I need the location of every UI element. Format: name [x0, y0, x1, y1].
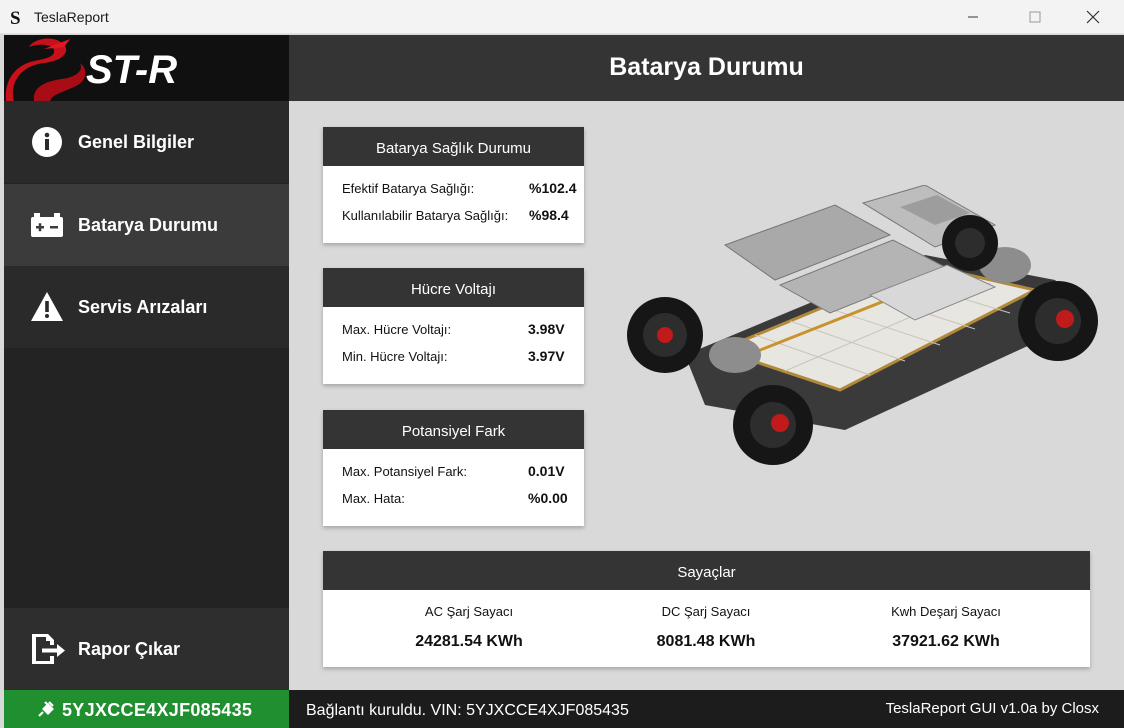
connection-status: Bağlantı kuruldu. VIN: 5YJXCCE4XJF085435	[306, 702, 629, 719]
battery-health-card: Batarya Sağlık Durumu Efektif Batarya Sa…	[323, 127, 584, 243]
close-icon	[1086, 10, 1100, 24]
app-logo-icon: S	[10, 8, 21, 27]
dc-charge-counter-label: DC Şarj Sayacı	[661, 604, 751, 619]
max-cell-voltage-label: Max. Hücre Voltajı:	[342, 322, 452, 337]
max-potential-diff-value: 0.01V	[528, 463, 565, 479]
svg-text:ST-R: ST-R	[86, 48, 177, 92]
max-cell-voltage-value: 3.98V	[528, 321, 565, 337]
maximize-button[interactable]	[1012, 0, 1058, 34]
info-icon	[32, 127, 62, 157]
warning-icon	[31, 292, 63, 321]
card-title: Hücre Voltajı	[323, 268, 584, 307]
effective-health-label: Efektif Batarya Sağlığı:	[342, 181, 475, 196]
minimize-button[interactable]	[950, 0, 996, 34]
min-cell-voltage-label: Min. Hücre Voltajı:	[342, 349, 448, 364]
sidebar-item-label: Genel Bilgiler	[78, 132, 195, 152]
sidebar-item-general-info[interactable]: Genel Bilgiler	[4, 101, 289, 183]
minimize-icon	[968, 16, 978, 18]
title-bar: S TeslaReport	[0, 0, 1124, 34]
usable-health-value: %98.4	[529, 207, 569, 223]
max-error-value: %0.00	[528, 490, 568, 506]
battery-icon	[31, 213, 63, 237]
counters-card: Sayaçlar AC Şarj Sayacı 24281.54 KWh DC …	[323, 551, 1090, 667]
kwh-discharge-counter-label: Kwh Deşarj Sayacı	[891, 604, 1001, 619]
effective-health-value: %102.4	[529, 180, 577, 196]
vin-label: 5YJXCCE4XJF085435	[62, 700, 253, 720]
card-title: Potansiyel Fark	[323, 410, 584, 449]
battery-chassis-image	[627, 185, 1098, 465]
page-title: Batarya Durumu	[609, 53, 804, 81]
card-title: Sayaçlar	[323, 551, 1090, 590]
max-error-label: Max. Hata:	[342, 491, 405, 506]
app-window: S TeslaReport ST-R Genel Bilgiler Batary…	[0, 0, 1124, 728]
version-label: TeslaReport GUI v1.0a by Closx	[885, 700, 1099, 717]
export-icon	[32, 634, 65, 664]
sidebar-item-label: Batarya Durumu	[78, 215, 219, 235]
card-title: Batarya Sağlık Durumu	[323, 127, 584, 166]
max-potential-diff-label: Max. Potansiyel Fark:	[342, 464, 467, 479]
export-report-label: Rapor Çıkar	[78, 639, 181, 659]
sidebar-item-service-faults[interactable]: Servis Arızaları	[4, 266, 289, 348]
sidebar-item-label: Servis Arızaları	[78, 297, 208, 317]
vin-badge: 5YJXCCE4XJF085435	[4, 690, 289, 728]
potential-difference-card: Potansiyel Fark Max. Potansiyel Fark: 0.…	[323, 410, 584, 526]
min-cell-voltage-value: 3.97V	[528, 348, 565, 364]
brand-logo: ST-R	[4, 35, 289, 101]
close-button[interactable]	[1070, 0, 1116, 34]
plug-icon	[38, 701, 54, 717]
status-bar: Bağlantı kuruldu. VIN: 5YJXCCE4XJF085435…	[289, 690, 1124, 728]
export-report-button[interactable]: Rapor Çıkar	[4, 608, 289, 690]
ac-charge-counter-label: AC Şarj Sayacı	[424, 604, 514, 619]
maximize-icon	[1029, 11, 1041, 23]
sidebar-item-battery-status[interactable]: Batarya Durumu	[4, 184, 289, 266]
dc-charge-counter-value: 8081.48 KWh	[656, 633, 756, 650]
snake-logo-icon: ST-R	[5, 38, 177, 101]
window-title: TeslaReport	[34, 9, 109, 25]
kwh-discharge-counter-value: 37921.62 KWh	[892, 633, 1000, 650]
sidebar: ST-R Genel Bilgiler Batarya Durumu Servi…	[4, 35, 289, 690]
page-header: Batarya Durumu	[289, 35, 1124, 101]
cell-voltage-card: Hücre Voltajı Max. Hücre Voltajı: 3.98V …	[323, 268, 584, 384]
usable-health-label: Kullanılabilir Batarya Sağlığı:	[342, 208, 509, 223]
ac-charge-counter-value: 24281.54 KWh	[415, 633, 523, 650]
svg-text:S: S	[10, 8, 21, 27]
